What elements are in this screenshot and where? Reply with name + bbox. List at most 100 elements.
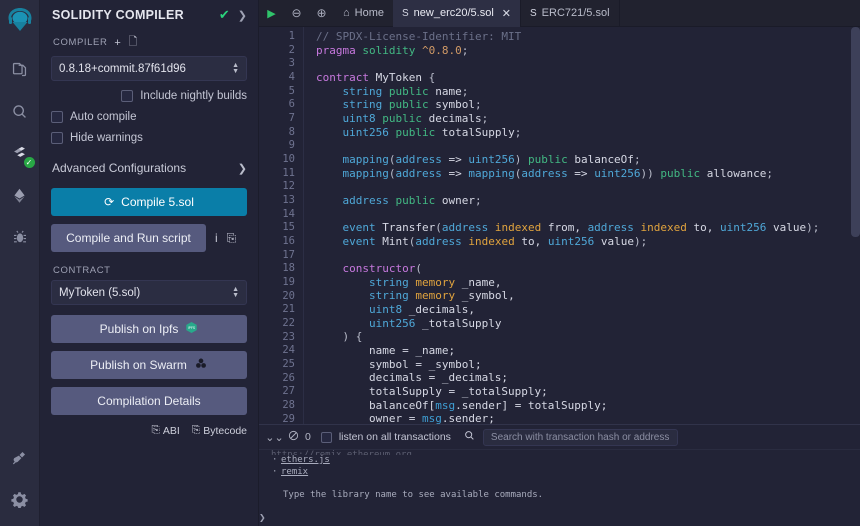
code-line[interactable]: uint8 public decimals;	[316, 112, 860, 126]
code-line[interactable]: name = _name;	[316, 344, 860, 358]
sidebar-item-settings[interactable]	[3, 482, 37, 516]
code-line[interactable]: uint256 public totalSupply;	[316, 126, 860, 140]
abi-copy-icon: ⎘	[151, 424, 160, 436]
hide-warnings-row[interactable]: Hide warnings	[51, 132, 247, 144]
copy-abi-button[interactable]: ⎘ ABI	[151, 424, 179, 437]
library-name[interactable]: remix	[281, 467, 308, 477]
collapse-terminal-icon[interactable]: ⌄⌄	[265, 431, 284, 444]
zoom-in-icon[interactable]: ⊕	[309, 0, 334, 27]
close-icon[interactable]: ✕	[502, 7, 511, 20]
compile-and-run-script-button[interactable]: Compile and Run script	[51, 224, 206, 252]
code-line[interactable]: mapping(address => mapping(address => ui…	[316, 167, 860, 181]
code-line[interactable]: string public name;	[316, 85, 860, 99]
remix-logo-icon[interactable]	[5, 5, 35, 40]
tab-home[interactable]: ⌂ Home	[334, 0, 393, 27]
code-line[interactable]: string memory _symbol,	[316, 289, 860, 303]
contract-section-label: CONTRACT	[53, 265, 247, 276]
code-line[interactable]: event Transfer(address indexed from, add…	[316, 221, 860, 235]
line-number: 13	[282, 194, 295, 207]
line-number: 16	[282, 235, 295, 248]
publish-on-ipfs-button[interactable]: Publish on Ipfs IPFS	[51, 315, 247, 343]
code-line[interactable]: event Mint(address indexed to, uint256 v…	[316, 235, 860, 249]
line-number: 11	[282, 166, 295, 179]
sidebar-item-search[interactable]	[3, 94, 37, 128]
swarm-icon	[194, 357, 208, 373]
code-line[interactable]: string public symbol;	[316, 98, 860, 112]
add-compiler-icon[interactable]: +	[114, 37, 121, 49]
auto-compile-row[interactable]: Auto compile	[51, 111, 247, 123]
list-item[interactable]: ethers.js	[271, 455, 860, 467]
line-number: 24	[282, 344, 295, 357]
code-content[interactable]: // SPDX-License-Identifier: MIT pragma so…	[304, 27, 860, 424]
sidebar-item-solidity-compiler[interactable]: ✓	[3, 136, 37, 170]
library-name[interactable]: ethers.js	[281, 455, 330, 465]
scrollbar-thumb[interactable]	[851, 27, 860, 237]
clear-console-icon[interactable]	[284, 430, 303, 444]
code-line[interactable]: pragma solidity ^0.8.0;	[316, 44, 860, 58]
code-line[interactable]: contract MyToken {	[316, 71, 860, 85]
code-line[interactable]: owner = msg.sender;	[316, 412, 860, 424]
contract-select[interactable]: MyToken (5.sol) ▲ ▼	[51, 280, 247, 305]
code-line[interactable]: ) {	[316, 330, 860, 344]
sidebar-item-plugin-manager[interactable]	[3, 440, 37, 474]
publish-on-swarm-button[interactable]: Publish on Swarm	[51, 351, 247, 379]
editor-vertical-scrollbar[interactable]	[851, 27, 860, 424]
include-nightly-checkbox[interactable]	[121, 90, 134, 102]
solidity-file-icon: S	[402, 7, 409, 19]
compile-status-check-icon: ✔	[218, 7, 230, 22]
code-line[interactable]	[316, 208, 860, 222]
publish-swarm-label: Publish on Swarm	[90, 358, 187, 372]
compilation-details-label: Compilation Details	[97, 394, 201, 408]
code-line[interactable]	[316, 180, 860, 194]
hide-warnings-checkbox[interactable]	[51, 132, 63, 144]
compile-run-label: Compile and Run script	[66, 231, 191, 245]
list-item[interactable]: remix	[271, 467, 860, 479]
terminal-toolbar: ⌄⌄ 0 listen on all transactions Search w…	[259, 425, 860, 450]
code-line[interactable]: string memory _name,	[316, 276, 860, 290]
compilation-details-button[interactable]: Compilation Details	[51, 387, 247, 415]
transaction-search-input[interactable]: Search with transaction hash or address	[482, 428, 678, 446]
compile-button[interactable]: ⟳ Compile 5.sol	[51, 188, 247, 216]
tab-erc721-5-sol[interactable]: S ERC721/5.sol	[521, 0, 620, 27]
code-editor[interactable]: 1 2 3 4 5 6 7 8 9 10 11 12 13 14 15 16 17 18 19 20 21 22 23 24 2…	[259, 27, 860, 424]
include-nightly-builds-row[interactable]: Include nightly builds	[51, 90, 247, 102]
run-script-play-icon[interactable]: ▶	[259, 0, 284, 27]
line-number: 25	[282, 358, 295, 371]
code-line[interactable]	[316, 139, 860, 153]
sidebar-item-deploy-run[interactable]	[3, 178, 37, 212]
terminal-output[interactable]: https://remix.ethereum.org ethers.jsremi…	[259, 450, 860, 526]
code-line[interactable]: symbol = _symbol;	[316, 358, 860, 372]
code-line[interactable]: uint8 _decimals,	[316, 303, 860, 317]
line-number: 20	[282, 289, 295, 302]
code-line[interactable]: uint256 _totalSupply	[316, 317, 860, 331]
info-icon[interactable]: i	[215, 231, 218, 245]
listen-on-all-transactions-checkbox[interactable]	[320, 431, 332, 443]
copy-icon[interactable]: ⎘	[227, 231, 237, 246]
terminal-prompt[interactable]: ❯	[259, 511, 266, 524]
advanced-configurations-toggle[interactable]: Advanced Configurations ❯	[51, 161, 247, 175]
code-line[interactable]: totalSupply = _totalSupply;	[316, 385, 860, 399]
code-line[interactable]: constructor(	[316, 262, 860, 276]
compile-refresh-icon: ⟳	[104, 195, 115, 209]
code-line[interactable]: // SPDX-License-Identifier: MIT	[316, 30, 860, 44]
compiler-config-file-icon[interactable]: 🗋	[128, 33, 137, 52]
tab-new-erc20-5-sol[interactable]: S new_erc20/5.sol ✕	[393, 0, 521, 27]
compiler-version-value: 0.8.18+commit.87f61d96	[59, 62, 186, 75]
line-number: 15	[282, 221, 295, 234]
abi-label: ABI	[162, 424, 180, 437]
code-line[interactable]: mapping(address => uint256) public balan…	[316, 153, 860, 167]
compiler-version-select[interactable]: 0.8.18+commit.87f61d96 ▲ ▼	[51, 56, 247, 81]
code-line[interactable]: address public owner;	[316, 194, 860, 208]
bytecode-copy-icon: ⎘	[191, 424, 201, 436]
line-number: 27	[282, 385, 295, 398]
code-line[interactable]: balanceOf[msg.sender] = totalSupply;	[316, 399, 860, 413]
code-line[interactable]	[316, 249, 860, 263]
zoom-out-icon[interactable]: ⊖	[284, 0, 309, 27]
copy-bytecode-button[interactable]: ⎘ Bytecode	[192, 424, 247, 437]
panel-expand-chevron-icon[interactable]: ❯	[238, 9, 247, 22]
sidebar-item-debugger[interactable]	[3, 220, 37, 254]
code-line[interactable]: decimals = _decimals;	[316, 371, 860, 385]
code-line[interactable]	[316, 57, 860, 71]
auto-compile-checkbox[interactable]	[51, 111, 63, 123]
sidebar-item-file-explorer[interactable]	[3, 52, 37, 86]
